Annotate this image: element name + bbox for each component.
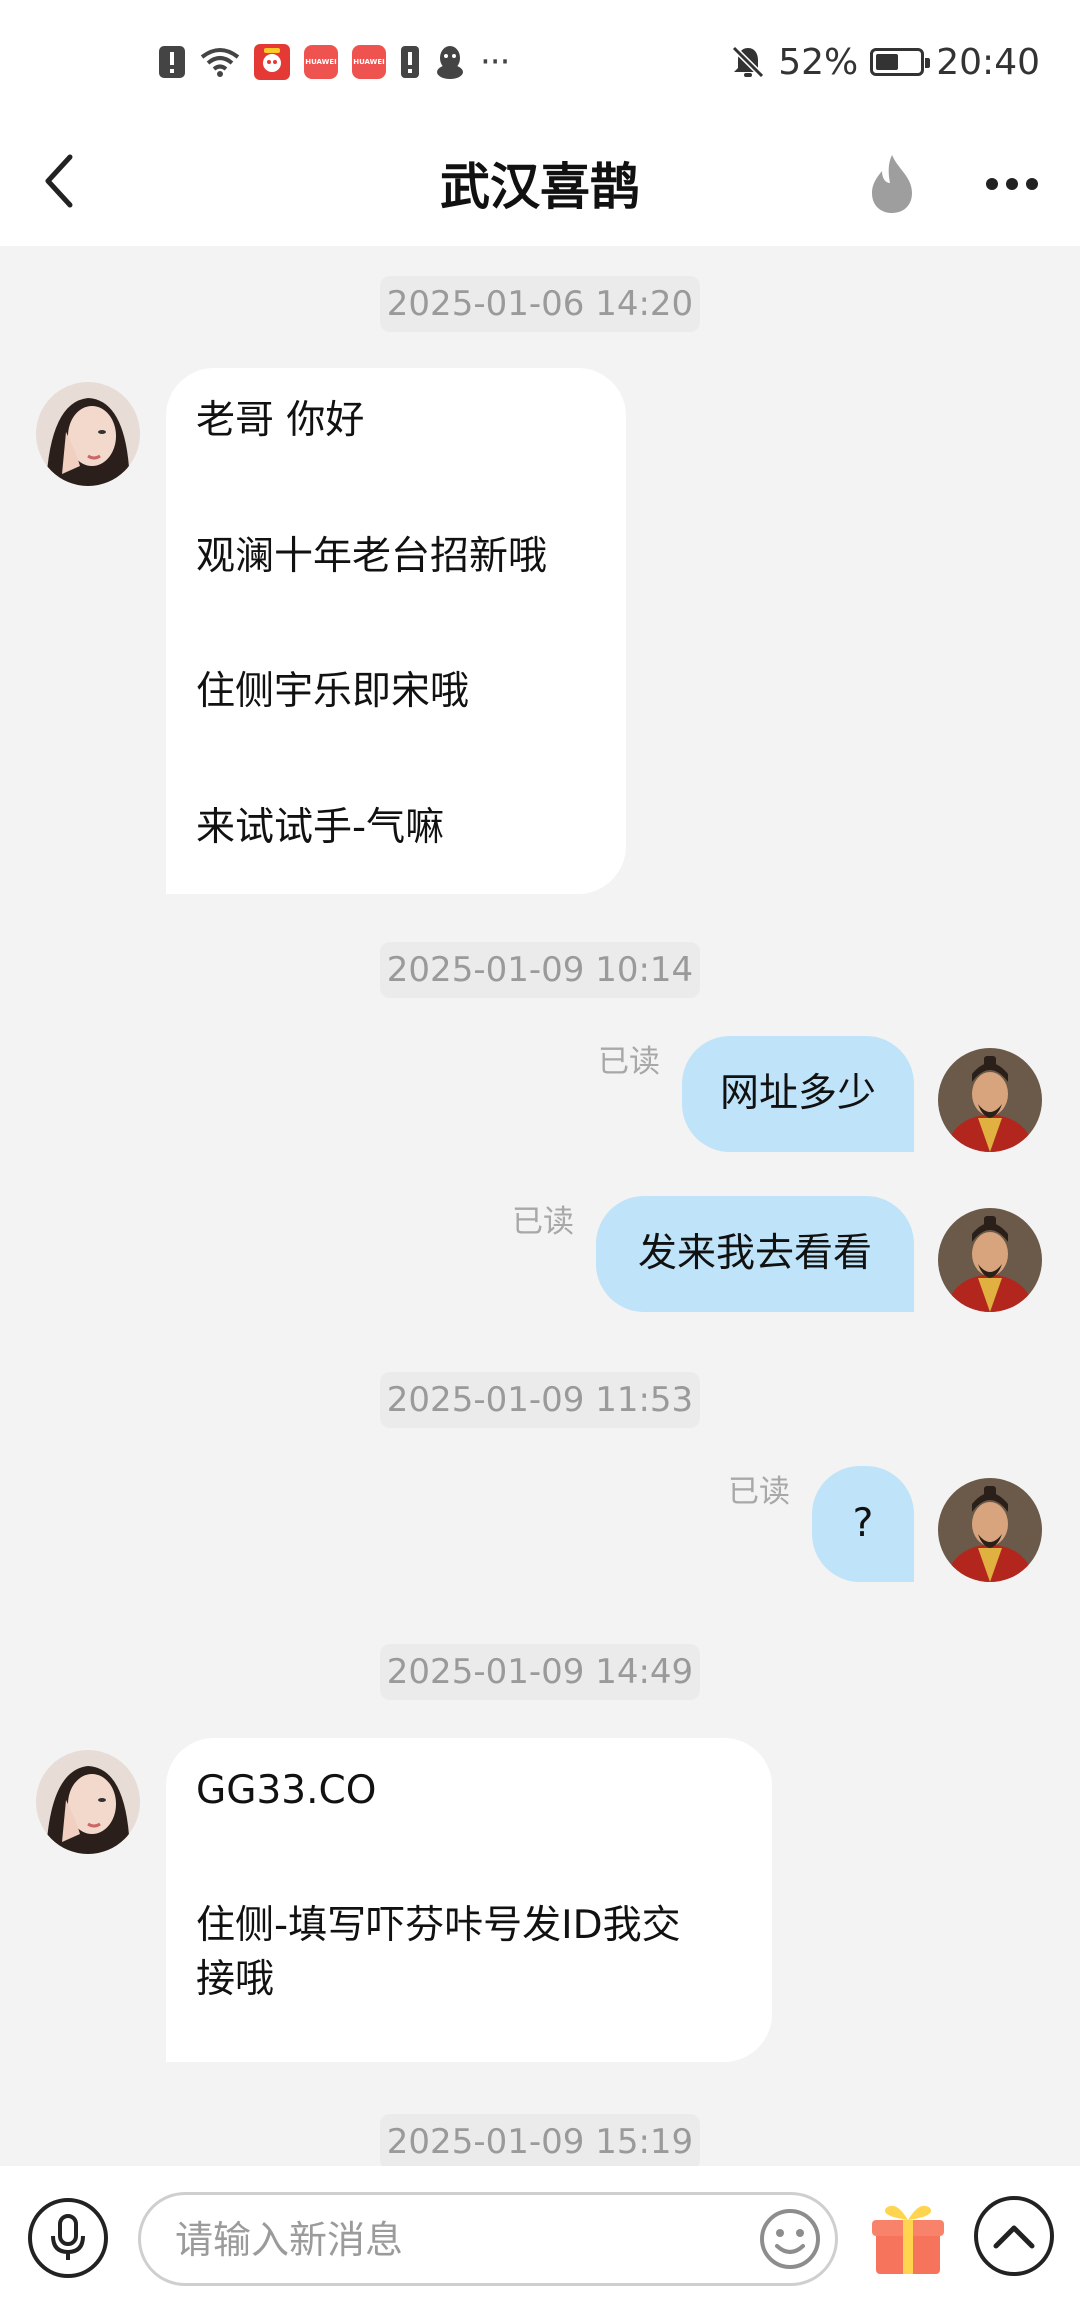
message-bubble-incoming[interactable]: GG33.CO 住侧-填写吓芬咔号发ID我交 接哦 — [166, 1738, 772, 2062]
message-text: 观澜十年老台招新哦 — [196, 533, 548, 579]
read-status: 已读 — [512, 1204, 574, 1240]
notification-icons: HUAWEI HUAWEI ··· — [158, 38, 510, 86]
microphone-icon — [51, 2214, 85, 2260]
mute-bell-icon — [730, 44, 766, 80]
message-bubble-incoming[interactable]: 老哥 你好 观澜十年老台招新哦 住侧宇乐即宋哦 来试试手-气嘛 — [166, 368, 626, 894]
my-avatar[interactable] — [938, 1208, 1042, 1312]
contact-avatar[interactable] — [36, 1750, 140, 1854]
message-text: 老哥 你好 — [196, 398, 365, 443]
my-avatar[interactable] — [938, 1048, 1042, 1152]
expand-button[interactable] — [974, 2196, 1054, 2276]
message-list[interactable]: 2025-01-06 14:20 老哥 你好 观澜十年老台招新哦 住侧宇乐即宋哦… — [0, 246, 1080, 2166]
app-icon — [254, 44, 290, 80]
more-notifications-icon: ··· — [480, 42, 510, 82]
timestamp: 2025-01-09 11:53 — [380, 1372, 700, 1428]
chevron-left-icon — [45, 154, 73, 208]
message-text: 接哦 — [196, 1957, 275, 2003]
more-dots-icon — [986, 178, 1038, 190]
qq-icon — [434, 44, 466, 80]
clock: 20:40 — [936, 41, 1040, 83]
message-bubble-outgoing[interactable]: 发来我去看看 — [596, 1196, 914, 1312]
voice-button[interactable] — [28, 2198, 108, 2278]
huawei-store-icon: HUAWEI — [304, 45, 338, 79]
status-bar: HUAWEI HUAWEI ··· 52% 20:40 — [0, 0, 1080, 120]
huawei-store-icon-2: HUAWEI — [352, 45, 386, 79]
message-text: 来试试手-气嘛 — [196, 804, 445, 850]
fire-icon — [872, 155, 912, 213]
message-text: ? — [852, 1500, 874, 1546]
gift-icon[interactable] — [870, 2198, 946, 2278]
battery-icon — [870, 48, 931, 76]
contact-avatar[interactable] — [36, 382, 140, 486]
my-avatar[interactable] — [938, 1478, 1042, 1582]
chevron-up-icon — [993, 2225, 1035, 2249]
timestamp: 2025-01-09 15:19 — [380, 2114, 700, 2166]
wifi-icon — [200, 45, 240, 79]
message-text: 住侧宇乐即宋哦 — [196, 669, 470, 715]
message-bubble-outgoing[interactable]: ? — [812, 1466, 914, 1582]
timestamp: 2025-01-09 10:14 — [380, 942, 700, 998]
battery-level — [876, 54, 899, 70]
back-button[interactable] — [30, 146, 90, 216]
message-bubble-outgoing[interactable]: 网址多少 — [682, 1036, 914, 1152]
message-text: 网址多少 — [719, 1070, 876, 1116]
message-input[interactable] — [173, 2195, 737, 2285]
fire-button[interactable] — [862, 144, 922, 224]
alert-icon — [158, 45, 186, 79]
timestamp: 2025-01-06 14:20 — [380, 276, 700, 332]
message-input-field — [138, 2192, 838, 2286]
more-options-button[interactable] — [980, 156, 1044, 212]
message-text: 发来我去看看 — [637, 1230, 872, 1276]
timestamp: 2025-01-09 14:49 — [380, 1644, 700, 1700]
emoji-icon[interactable] — [759, 2208, 821, 2270]
alert-icon-2 — [400, 45, 420, 79]
read-status: 已读 — [728, 1474, 790, 1510]
read-status: 已读 — [598, 1044, 660, 1080]
chat-header: 武汉喜鹊 — [0, 120, 1080, 246]
input-bar — [0, 2166, 1080, 2310]
message-text: 住侧-填写吓芬咔号发ID我交 — [196, 1902, 681, 1948]
battery-percent: 52% — [778, 41, 859, 83]
system-status: 52% 20:40 — [730, 38, 1040, 86]
message-text: GG33.CO — [196, 1768, 377, 1813]
